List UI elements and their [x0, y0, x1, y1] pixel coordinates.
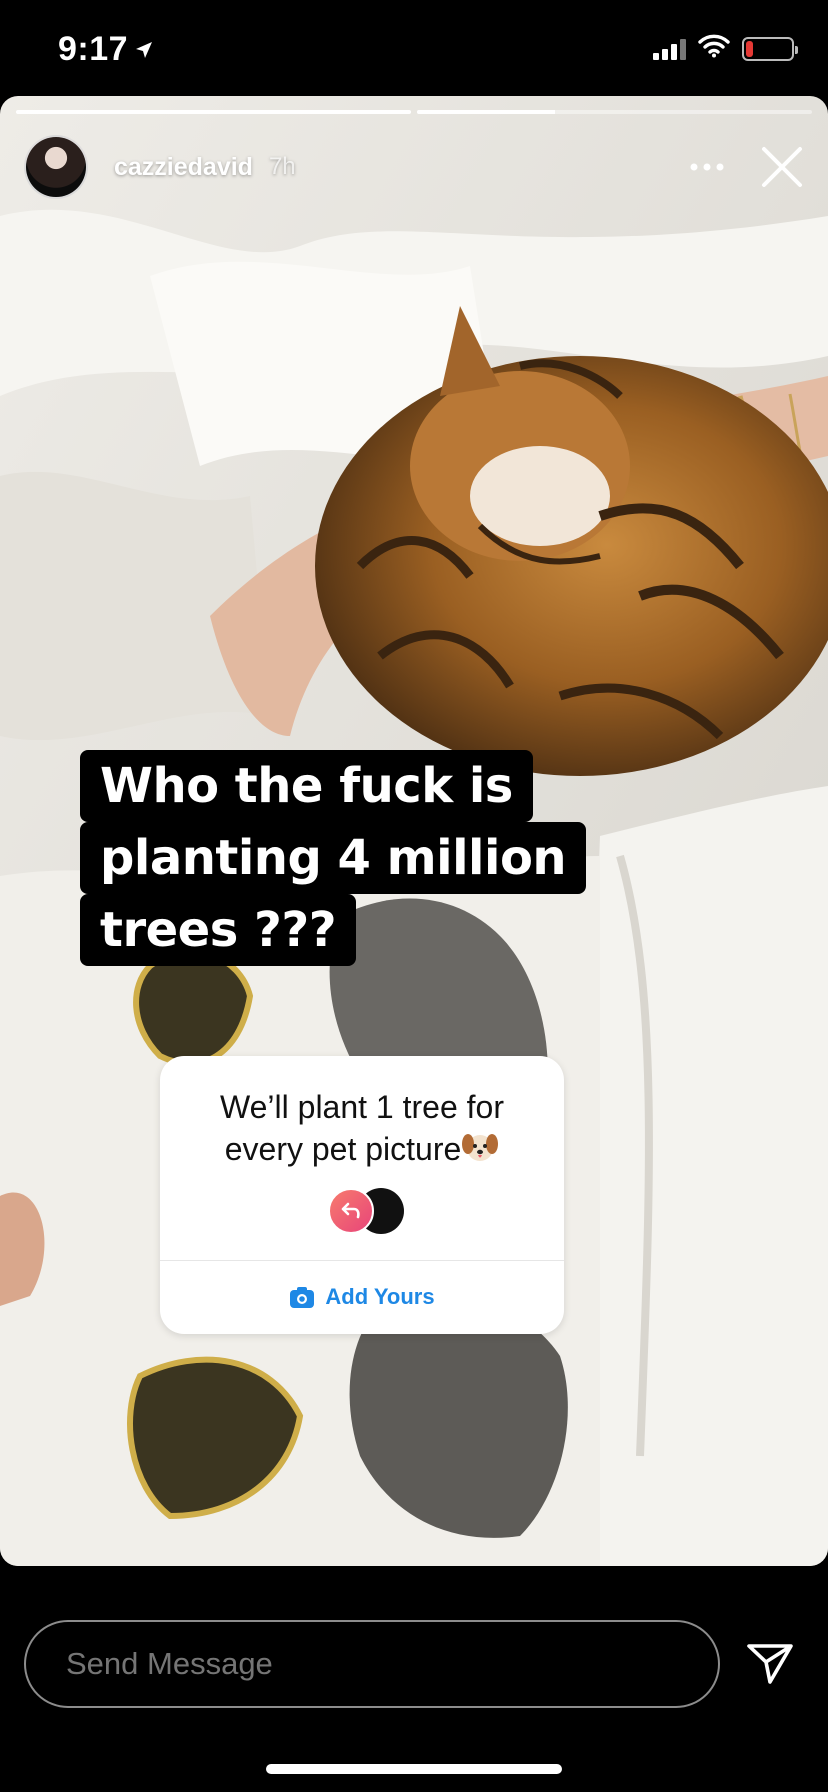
story-progress-fill [417, 110, 556, 114]
story-progress-bar [16, 110, 812, 114]
battery-low-icon [742, 36, 798, 61]
instagram-story-screen: 9:17 cazziedavid 7h Who the fuck is plan… [0, 0, 828, 1792]
add-yours-sticker[interactable]: We’ll plant 1 tree for every pet picture [160, 1056, 564, 1334]
story-caption: Who the fuck is planting 4 million trees… [80, 750, 587, 966]
user-avatar[interactable] [24, 135, 88, 199]
story-progress-segment [417, 110, 812, 114]
caption-line: Who the fuck is [80, 750, 533, 822]
dog-face-icon [461, 1130, 499, 1164]
caption-line: trees ??? [80, 894, 357, 966]
camera-icon [289, 1285, 315, 1309]
post-age: 7h [268, 153, 296, 180]
send-paper-plane-icon[interactable] [744, 1638, 796, 1690]
reply-bar [0, 1600, 828, 1710]
status-icons [653, 34, 798, 63]
wifi-icon [698, 34, 730, 63]
reply-arrow-icon [328, 1188, 374, 1234]
story-progress-segment [16, 110, 411, 114]
username[interactable]: cazziedavid [114, 153, 253, 182]
clock: 9:17 [58, 30, 154, 69]
sticker-divider [160, 1260, 564, 1261]
story-viewer[interactable]: cazziedavid 7h Who the fuck is planting … [0, 96, 828, 1566]
caption-line: planting 4 million [80, 822, 587, 894]
add-yours-button[interactable]: Add Yours [160, 1274, 564, 1320]
participant-avatars[interactable] [328, 1188, 406, 1236]
more-options-icon[interactable] [684, 147, 730, 187]
home-indicator [266, 1764, 562, 1774]
send-message-input[interactable] [24, 1620, 720, 1708]
status-bar: 9:17 [0, 0, 828, 96]
close-icon[interactable] [760, 145, 804, 189]
sticker-prompt: We’ll plant 1 tree for every pet picture [180, 1086, 544, 1170]
location-arrow-icon [134, 30, 154, 69]
add-yours-label: Add Yours [325, 1284, 435, 1309]
story-progress-fill [16, 110, 411, 114]
battery-level [746, 40, 753, 57]
clock-time: 9:17 [58, 30, 129, 68]
cellular-signal-icon [653, 38, 686, 60]
story-header: cazziedavid 7h [24, 132, 804, 202]
